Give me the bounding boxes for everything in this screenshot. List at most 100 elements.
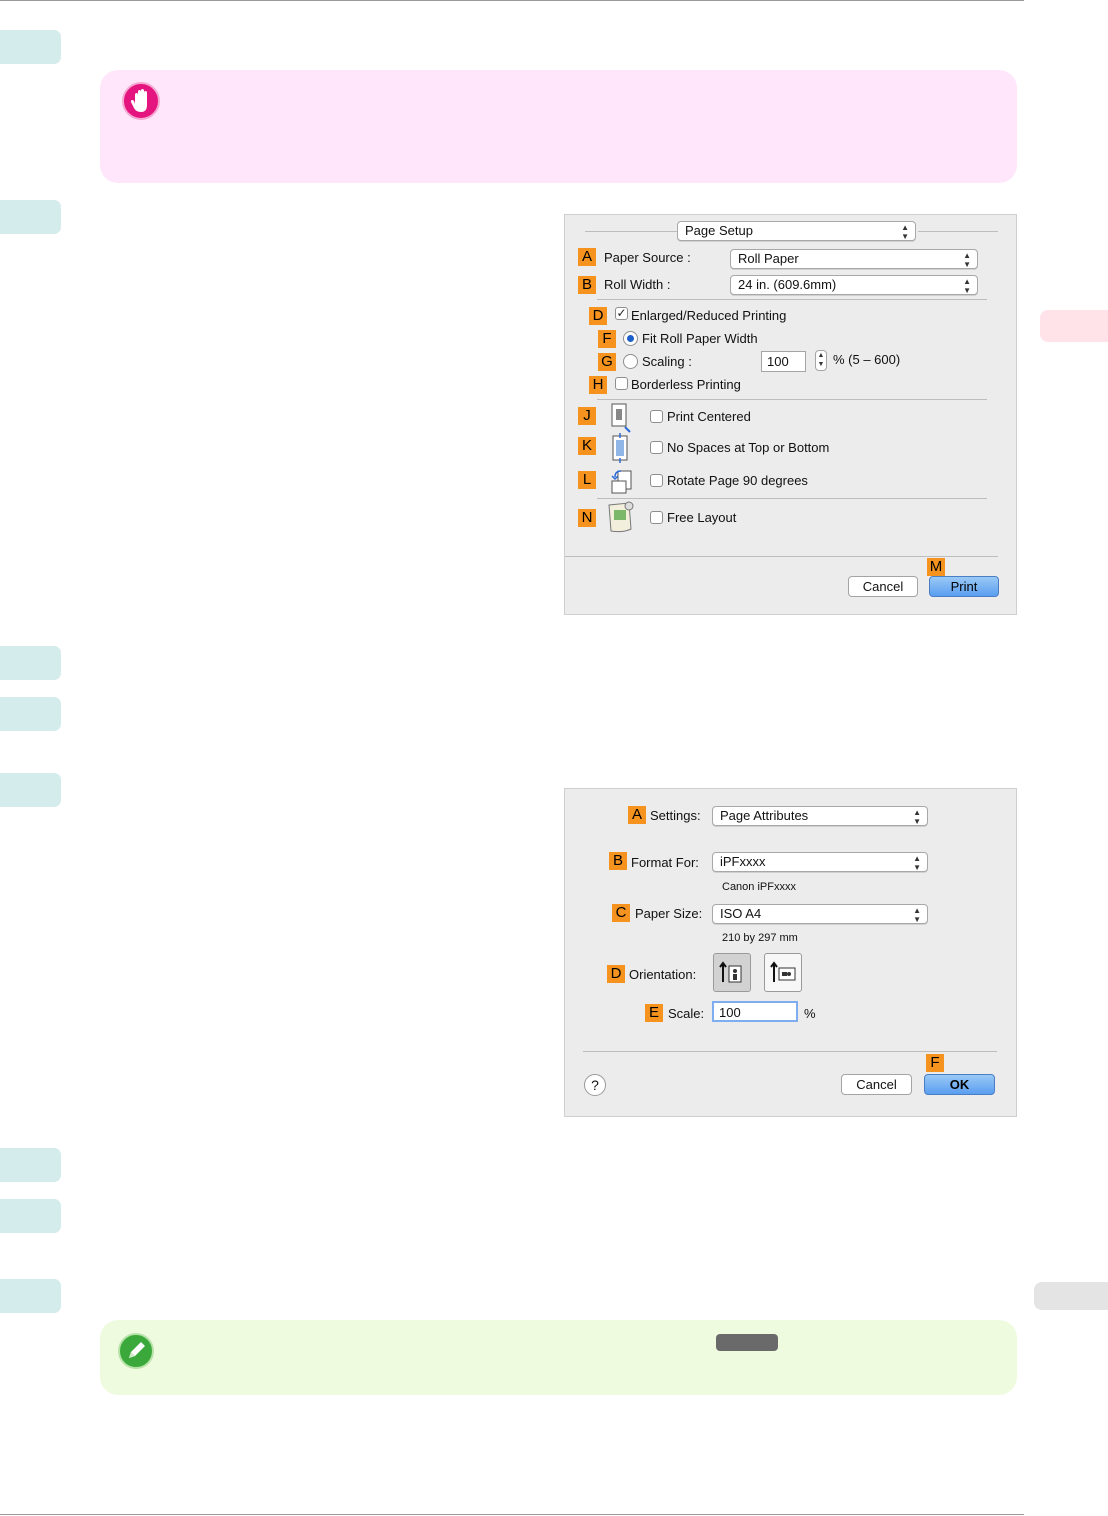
step-tab-2: [0, 200, 61, 234]
free-layout-label: Free Layout: [667, 510, 737, 525]
key-badge: [716, 1334, 778, 1351]
marker-e: E: [645, 1004, 663, 1022]
settings-value: Page Attributes: [720, 808, 809, 823]
print-centered-checkbox[interactable]: [650, 410, 663, 423]
top-rule: [0, 0, 1024, 1]
landscape-icon: [770, 961, 796, 982]
free-layout-icon: [608, 501, 634, 533]
marker-d: D: [589, 307, 607, 325]
marker-j: J: [578, 407, 596, 425]
rotate-page-icon: [611, 470, 632, 494]
important-hand-icon: [122, 82, 160, 120]
step-tab-7: [0, 1199, 61, 1233]
rotate-checkbox[interactable]: [650, 474, 663, 487]
format-for-popup[interactable]: iPFxxxx ▲ ▼: [712, 852, 928, 872]
borderless-label: Borderless Printing: [631, 377, 741, 392]
popup-arrows-icon: ▲ ▼: [913, 854, 921, 872]
orientation-label: Orientation:: [629, 967, 697, 982]
paper-size-sub: 210 by 297 mm: [722, 932, 798, 944]
format-for-label: Format For:: [631, 855, 699, 870]
paper-size-value: ISO A4: [720, 906, 762, 921]
marker-f: F: [926, 1054, 944, 1072]
help-icon: ?: [591, 1077, 599, 1093]
scaling-range: % (5 – 600): [833, 352, 901, 367]
popup-arrows-icon: ▲ ▼: [901, 223, 909, 241]
important-callout: [100, 70, 1017, 183]
scaling-label: Scaling :: [642, 354, 692, 369]
no-spaces-label: No Spaces at Top or Bottom: [667, 440, 830, 455]
paper-source-label: Paper Source :: [604, 250, 691, 265]
divider: [597, 399, 987, 400]
scale-input[interactable]: 100: [712, 1001, 798, 1022]
marker-l: L: [578, 471, 596, 489]
scaling-radio[interactable]: [623, 354, 638, 369]
print-centered-icon: [611, 403, 631, 433]
divider: [597, 299, 987, 300]
step-tab-6: [0, 1148, 61, 1182]
step-tab-1: [0, 30, 61, 64]
scaling-input[interactable]: 100: [761, 351, 806, 372]
enlarged-checkbox[interactable]: ✓: [615, 307, 628, 320]
page-setup-dialog: Page Setup ▲ ▼ A Paper Source : Roll Pape…: [564, 214, 1017, 615]
roll-width-popup[interactable]: 24 in. (609.6mm) ▲ ▼: [730, 275, 978, 295]
step-tab-8: [0, 1279, 61, 1313]
no-spaces-icon: [612, 433, 628, 463]
marker-b: B: [609, 852, 627, 870]
popup-arrows-icon: ▲ ▼: [913, 808, 921, 826]
step-tab-4: [0, 697, 61, 731]
no-spaces-checkbox[interactable]: [650, 441, 663, 454]
paper-source-popup[interactable]: Roll Paper ▲ ▼: [730, 249, 978, 269]
format-for-value: iPFxxxx: [720, 854, 766, 869]
scale-label: Scale:: [668, 1006, 705, 1021]
format-for-sub: Canon iPFxxxx: [722, 881, 796, 893]
popup-arrows-icon: ▲ ▼: [963, 277, 971, 295]
marker-c: C: [612, 904, 630, 922]
note-callout: [100, 1320, 1017, 1395]
scale-unit: %: [804, 1006, 816, 1021]
print-button[interactable]: Print: [929, 576, 999, 597]
fit-roll-radio[interactable]: [623, 331, 638, 346]
marker-d: D: [607, 965, 625, 983]
marker-a: A: [578, 248, 596, 266]
marker-b: B: [578, 276, 596, 294]
settings-popup[interactable]: Page Attributes ▲ ▼: [712, 806, 928, 826]
print-centered-label: Print Centered: [667, 409, 751, 424]
roll-width-label: Roll Width :: [604, 277, 671, 292]
marker-k: K: [578, 437, 596, 455]
scaling-stepper[interactable]: ▲ ▼: [815, 350, 827, 371]
free-layout-checkbox[interactable]: [650, 511, 663, 524]
divider: [585, 231, 677, 232]
note-pencil-icon: [118, 1333, 154, 1369]
rotate-label: Rotate Page 90 degrees: [667, 473, 808, 488]
panel-popup[interactable]: Page Setup ▲ ▼: [677, 221, 916, 241]
bottom-rule: [0, 1514, 1024, 1515]
ok-button[interactable]: OK: [924, 1074, 995, 1095]
paper-size-label: Paper Size:: [635, 906, 703, 921]
chapter-side-tab: [1040, 310, 1108, 342]
enlarged-label: Enlarged/Reduced Printing: [631, 308, 787, 323]
marker-g: G: [598, 353, 616, 371]
settings-label: Settings:: [650, 808, 701, 823]
panel-popup-label: Page Setup: [685, 223, 753, 238]
help-button[interactable]: ?: [584, 1074, 606, 1096]
section-side-tab: [1034, 1282, 1108, 1310]
landscape-button[interactable]: [764, 953, 802, 992]
portrait-icon: [719, 961, 742, 983]
marker-n: N: [578, 509, 596, 527]
divider: [565, 556, 998, 557]
step-tab-3: [0, 646, 61, 680]
paper-size-popup[interactable]: ISO A4 ▲ ▼: [712, 904, 928, 924]
marker-m: M: [927, 558, 945, 576]
cancel-button[interactable]: Cancel: [848, 576, 918, 597]
cancel-button[interactable]: Cancel: [841, 1074, 912, 1095]
divider: [597, 498, 987, 499]
marker-h: H: [589, 376, 607, 394]
divider: [583, 1051, 997, 1052]
popup-arrows-icon: ▲ ▼: [963, 251, 971, 269]
roll-width-value: 24 in. (609.6mm): [738, 277, 837, 292]
paper-source-value: Roll Paper: [738, 251, 799, 266]
marker-f: F: [598, 330, 616, 348]
borderless-checkbox[interactable]: [615, 377, 628, 390]
step-tab-5: [0, 773, 61, 807]
portrait-button[interactable]: [713, 953, 751, 992]
